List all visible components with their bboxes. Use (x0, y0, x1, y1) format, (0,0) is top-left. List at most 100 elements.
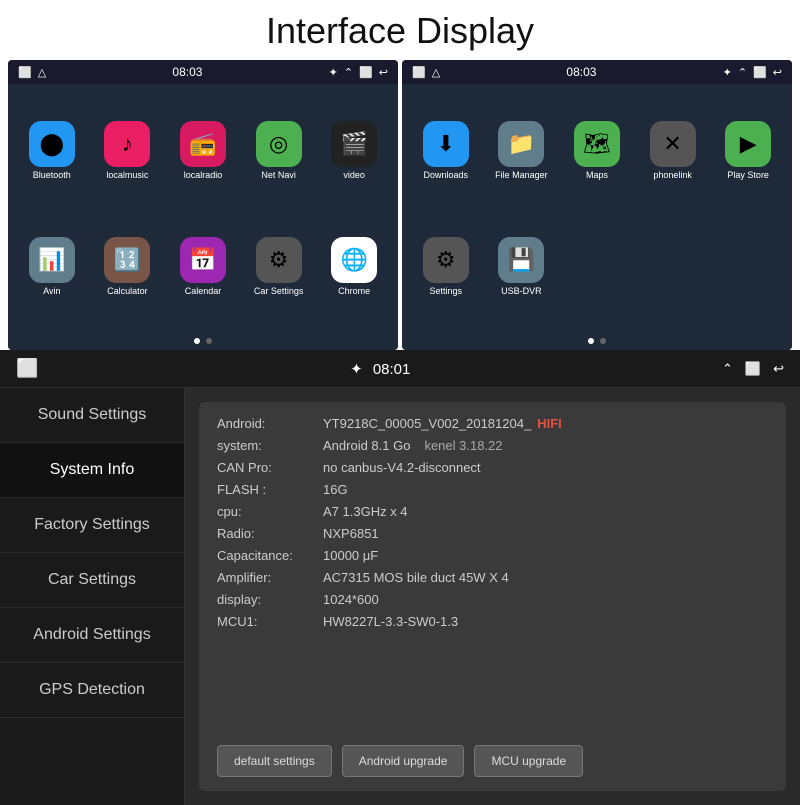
info-row-0: Android:YT9218C_00005_V002_20181204_HIFI (217, 416, 768, 431)
settings-btn-2[interactable]: MCU upgrade (474, 745, 583, 777)
app-icon-item[interactable]: 📅 Calendar (180, 237, 226, 296)
dots-2 (402, 332, 792, 350)
main-content: Sound SettingsSystem InfoFactory Setting… (0, 388, 800, 805)
sidebar-item-system-info[interactable]: System Info (0, 443, 184, 498)
system-info-content: Android:YT9218C_00005_V002_20181204_HIFI… (217, 416, 768, 629)
home-icon-2: ⬜ (412, 66, 426, 79)
app-icon-image: 📅 (180, 237, 226, 283)
time-display-1: 08:03 (172, 65, 202, 79)
info-label: Capacitance: (217, 548, 317, 563)
app-icon-item[interactable]: 🎬video (331, 121, 377, 180)
statusbar-1: ⬜ △ 08:03 ✦ ⌃ ⬜ ↩ (8, 60, 398, 84)
arrow-icon-1: ⌃ (344, 66, 353, 79)
info-row-2: CAN Pro:no canbus-V4.2-disconnect (217, 460, 768, 475)
app-icon-image: 🌐 (331, 237, 377, 283)
alert-icon: △ (38, 66, 46, 79)
info-row-7: Amplifier:AC7315 MOS bile duct 45W X 4 (217, 570, 768, 585)
app-icon-item[interactable]: ✕phonelink (650, 121, 696, 180)
app-grid-1: ⬤Bluetooth ♪localmusic 📻localradio ◎Net Nav… (8, 84, 398, 332)
app-grid-2: ⬇Downloads 📁File Manager 🗺 Maps ✕phonelink ▶P… (402, 84, 792, 332)
sidebar-item-sound-settings[interactable]: Sound Settings (0, 388, 184, 443)
statusbar-2: ⬜ △ 08:03 ✦ ⌃ ⬜ ↩ (402, 60, 792, 84)
bt-icon-1: ✦ (329, 66, 338, 79)
info-value: 10000 μF (323, 548, 378, 563)
dot-active (194, 338, 200, 344)
sidebar-item-factory-settings[interactable]: Factory Settings (0, 498, 184, 553)
info-value: 1024*600 (323, 592, 379, 607)
arrow-icon-2: ⌃ (738, 66, 747, 79)
info-row-8: display: 1024*600 (217, 592, 768, 607)
home-icon: ⬜ (18, 66, 32, 79)
app-icon-label: Bluetooth (33, 170, 71, 180)
dot-inactive-2 (600, 338, 606, 344)
info-extra: kenel 3.18.22 (424, 438, 502, 453)
dots-1 (8, 332, 398, 350)
app-icon-item[interactable]: ▶Play Store (725, 121, 771, 180)
app-icon-item[interactable]: ⚙Settings (423, 237, 469, 296)
app-icon-label: localradio (184, 170, 223, 180)
app-icon-item[interactable]: 🗺 Maps (574, 121, 620, 180)
home-icon-head: ⬜ (16, 358, 38, 379)
back-icon-1: ↩ (379, 66, 388, 79)
info-row-4: cpu:A7 1.3GHz x 4 (217, 504, 768, 519)
action-buttons: default settings Android upgrade MCU upgra… (217, 745, 768, 777)
back-icon-head: ↩ (773, 361, 784, 377)
app-icon-image: ♪ (104, 121, 150, 167)
time-display-2: 08:03 (566, 65, 596, 79)
info-value: NXP6851 (323, 526, 379, 541)
dot-inactive (206, 338, 212, 344)
settings-panel: Android:YT9218C_00005_V002_20181204_HIFI… (185, 388, 800, 805)
info-label: display: (217, 592, 317, 607)
app-icon-item[interactable]: 📁File Manager (495, 121, 548, 180)
settings-btn-1[interactable]: Android upgrade (342, 745, 465, 777)
info-label: Android: (217, 416, 317, 431)
back-icon-2: ↩ (773, 66, 782, 79)
info-label: Radio: (217, 526, 317, 541)
info-value: A7 1.3GHz x 4 (323, 504, 408, 519)
info-value: 16G (323, 482, 348, 497)
app-icon-image: 🎬 (331, 121, 377, 167)
app-icon-label: USB-DVR (501, 286, 542, 296)
sidebar: Sound SettingsSystem InfoFactory Setting… (0, 388, 185, 805)
app-icon-image: ✕ (650, 121, 696, 167)
app-icon-label: Settings (430, 286, 463, 296)
app-icon-image: 💾 (498, 237, 544, 283)
info-highlight: HIFI (537, 416, 562, 431)
app-icon-label: Chrome (338, 286, 370, 296)
app-icon-label: Calendar (185, 286, 222, 296)
app-icon-item[interactable]: 📻localradio (180, 121, 226, 180)
sidebar-item-car-settings[interactable]: Car Settings (0, 553, 184, 608)
app-icon-item[interactable]: ♪localmusic (104, 121, 150, 180)
app-icon-image: ⚙ (256, 237, 302, 283)
head-unit-panel: ⬜ ✦ 08:01 ⌃ ⬜ ↩ Sound SettingsSystem Inf… (0, 350, 800, 805)
app-icon-image: 📁 (498, 121, 544, 167)
app-icon-item[interactable]: ⚙Car Settings (254, 237, 304, 296)
info-row-5: Radio: NXP6851 (217, 526, 768, 541)
app-icon-item[interactable]: 🔢Calculator (104, 237, 150, 296)
screen-icon-head: ⬜ (745, 361, 761, 377)
settings-btn-0[interactable]: default settings (217, 745, 332, 777)
up-icon-head: ⌃ (722, 361, 733, 377)
sidebar-item-gps-detection[interactable]: GPS Detection (0, 663, 184, 718)
app-icon-item[interactable]: ⬤Bluetooth (29, 121, 75, 180)
app-icon-label: Maps (586, 170, 608, 180)
app-icon-label: Avin (43, 286, 60, 296)
app-icon-label: Calculator (107, 286, 148, 296)
info-label: MCU1: (217, 614, 317, 629)
app-icon-item[interactable]: 💾 USB-DVR (498, 237, 544, 296)
alert-icon-2: △ (432, 66, 440, 79)
app-icon-label: Net Navi (261, 170, 296, 180)
info-row-3: FLASH :16G (217, 482, 768, 497)
sidebar-item-android-settings[interactable]: Android Settings (0, 608, 184, 663)
bt-icon-head: ✦ (350, 361, 363, 378)
app-icon-image: 🗺 (574, 121, 620, 167)
app-icon-item[interactable]: 🌐 Chrome (331, 237, 377, 296)
app-icon-item[interactable]: ⬇Downloads (423, 121, 469, 180)
info-value: HW8227L-3.3-SW0-1.3 (323, 614, 458, 629)
info-label: system: (217, 438, 317, 453)
app-icon-item[interactable]: 📊 Avin (29, 237, 75, 296)
app-icon-image: 📊 (29, 237, 75, 283)
app-icon-item[interactable]: ◎Net Navi (256, 121, 302, 180)
info-label: CAN Pro: (217, 460, 317, 475)
app-icon-label: Downloads (424, 170, 469, 180)
